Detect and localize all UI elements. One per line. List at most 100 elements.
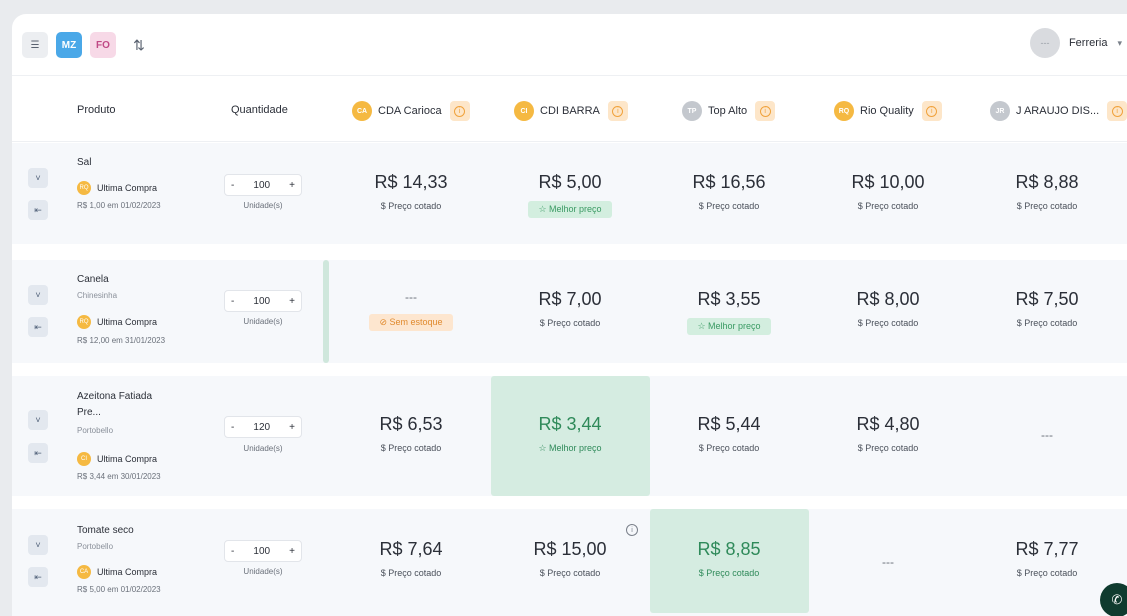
increment-button[interactable]: + bbox=[289, 546, 295, 557]
increment-button[interactable]: + bbox=[289, 180, 295, 191]
increment-button[interactable]: + bbox=[289, 296, 295, 307]
price-value: R$ 7,50 bbox=[1015, 289, 1079, 309]
price-cell[interactable]: R$ 16,56 $ Preço cotado bbox=[650, 172, 808, 214]
price-cell[interactable]: R$ 8,88 $ Preço cotado bbox=[968, 172, 1126, 214]
price-value: R$ 3,44 bbox=[538, 414, 602, 434]
chevron-down-icon[interactable]: ˅ bbox=[28, 535, 48, 555]
chevron-down-icon[interactable]: ˅ bbox=[28, 168, 48, 188]
increment-button[interactable]: + bbox=[289, 422, 295, 433]
info-icon[interactable]: i bbox=[755, 101, 776, 121]
filter-tag-fo[interactable]: FO bbox=[90, 32, 116, 58]
price-cell[interactable]: R$ 8,00 $ Preço cotado bbox=[809, 289, 967, 331]
column-header-supplier[interactable]: TP Top Alto i bbox=[682, 101, 776, 121]
decrement-button[interactable]: - bbox=[231, 546, 234, 557]
quantity-stepper[interactable]: - 100 + bbox=[224, 290, 302, 312]
price-value: R$ 10,00 bbox=[851, 172, 925, 192]
quantity-unit: Unidade(s) bbox=[243, 567, 283, 576]
price-cell[interactable]: R$ 5,44 $ Preço cotado bbox=[650, 414, 808, 456]
whatsapp-icon[interactable]: ✆ bbox=[1100, 583, 1127, 616]
price-cell[interactable]: R$ 8,85 $ Preço cotado bbox=[650, 539, 808, 581]
detail-toggle-icon[interactable]: ⇤ bbox=[28, 200, 48, 220]
quantity-value[interactable]: 100 bbox=[253, 546, 270, 557]
column-header-supplier[interactable]: RQ Rio Quality i bbox=[834, 101, 942, 121]
product-name: Tomate seco bbox=[77, 525, 134, 536]
price-status: $ Preço cotado bbox=[1016, 318, 1078, 328]
decrement-button[interactable]: - bbox=[231, 180, 234, 191]
price-cell[interactable]: --- ⊘ Sem estoque bbox=[332, 290, 490, 331]
column-header-supplier[interactable]: JR J ARAUJO DIS... i bbox=[990, 101, 1127, 121]
info-icon[interactable]: i bbox=[449, 101, 470, 121]
best-price-badge: ☆ Melhor preço bbox=[687, 318, 771, 335]
supplier-badge: JR bbox=[990, 101, 1010, 121]
chevron-down-icon[interactable]: ˅ bbox=[28, 410, 48, 430]
info-icon[interactable]: i bbox=[607, 101, 628, 121]
product-name: Canela bbox=[77, 274, 109, 285]
product-brand: Portobello bbox=[77, 426, 114, 435]
info-icon[interactable]: i bbox=[626, 524, 638, 536]
price-status: $ Preço cotado bbox=[698, 443, 760, 453]
price-value: --- bbox=[1041, 428, 1053, 442]
info-icon[interactable]: i bbox=[1107, 101, 1127, 121]
chevron-down-icon[interactable]: ˅ bbox=[28, 285, 48, 305]
price-status: $ Preço cotado bbox=[1016, 201, 1078, 211]
last-purchase: CA Ultima Compra bbox=[77, 565, 157, 579]
price-cell[interactable]: R$ 15,00 $ Preço cotado bbox=[491, 539, 649, 581]
quantity-value[interactable]: 100 bbox=[253, 296, 270, 307]
table-header: Produto Quantidade CA CDA Carioca i CI C… bbox=[12, 76, 1127, 142]
price-cell[interactable]: R$ 5,00 ☆ Melhor preço bbox=[491, 172, 649, 218]
price-cell[interactable]: R$ 3,44 ☆ Melhor preço bbox=[491, 414, 649, 456]
last-purchase-price: R$ 12,00 em 31/01/2023 bbox=[77, 336, 166, 345]
price-cell[interactable]: --- bbox=[968, 428, 1126, 442]
last-purchase-label: Ultima Compra bbox=[97, 317, 158, 327]
price-value: R$ 4,80 bbox=[856, 414, 920, 434]
supplier-badge: CI bbox=[77, 452, 91, 466]
detail-toggle-icon[interactable]: ⇤ bbox=[28, 567, 48, 587]
price-cell[interactable]: --- bbox=[809, 555, 967, 569]
quantity-stepper[interactable]: - 100 + bbox=[224, 540, 302, 562]
column-header-quantity: Quantidade bbox=[231, 104, 288, 116]
price-cell[interactable]: R$ 7,64 $ Preço cotado bbox=[332, 539, 490, 581]
decrement-button[interactable]: - bbox=[231, 422, 234, 433]
info-icon[interactable]: i bbox=[921, 101, 942, 121]
filter-tag-mz[interactable]: MZ bbox=[56, 32, 82, 58]
last-purchase-price: R$ 5,00 em 01/02/2023 bbox=[77, 585, 161, 594]
price-status: $ Preço cotado bbox=[857, 443, 919, 453]
supplier-name: Top Alto bbox=[708, 105, 748, 117]
quote-comparison-card: ☰ MZ FO ⇅ --- Ferreria ▾ Produto Quantid… bbox=[12, 14, 1127, 616]
price-value: R$ 7,00 bbox=[538, 289, 602, 309]
price-cell[interactable]: R$ 10,00 $ Preço cotado bbox=[809, 172, 967, 214]
quantity-value[interactable]: 100 bbox=[253, 180, 270, 191]
last-purchase-label: Ultima Compra bbox=[97, 454, 158, 464]
decrement-button[interactable]: - bbox=[231, 296, 234, 307]
list-indent-icon[interactable]: ☰ bbox=[22, 32, 48, 58]
product-name-line2: Pre... bbox=[77, 407, 101, 418]
detail-toggle-icon[interactable]: ⇤ bbox=[28, 443, 48, 463]
column-header-supplier[interactable]: CI CDI BARRA i bbox=[514, 101, 628, 121]
supplier-badge: RQ bbox=[77, 315, 91, 329]
price-cell[interactable]: R$ 4,80 $ Preço cotado bbox=[809, 414, 967, 456]
user-menu[interactable]: --- Ferreria ▾ bbox=[1029, 28, 1122, 58]
table-row: ˅ ⇤ Canela Chinesinha RQ Ultima Compra R… bbox=[12, 260, 1127, 363]
quantity-stepper[interactable]: - 120 + bbox=[224, 416, 302, 438]
price-value: R$ 16,56 bbox=[692, 172, 766, 192]
price-cell[interactable]: R$ 6,53 $ Preço cotado bbox=[332, 414, 490, 456]
price-cell[interactable]: R$ 14,33 $ Preço cotado bbox=[332, 172, 490, 214]
price-cell[interactable]: R$ 7,00 $ Preço cotado bbox=[491, 289, 649, 331]
price-status: $ Preço cotado bbox=[380, 568, 442, 578]
price-cell[interactable]: R$ 7,50 $ Preço cotado bbox=[968, 289, 1126, 331]
last-purchase: RQ Ultima Compra bbox=[77, 181, 157, 195]
sort-icon[interactable]: ⇅ bbox=[126, 32, 152, 58]
price-cell[interactable]: R$ 7,77 $ Preço cotado bbox=[968, 539, 1126, 581]
row-accent-bar bbox=[323, 260, 329, 363]
supplier-name: J ARAUJO DIS... bbox=[1016, 105, 1100, 117]
quantity-unit: Unidade(s) bbox=[243, 201, 283, 210]
product-brand: Chinesinha bbox=[77, 291, 118, 300]
table-row: ˅ ⇤ Sal RQ Ultima Compra R$ 1,00 em 01/0… bbox=[12, 143, 1127, 244]
chevron-down-icon: ▾ bbox=[1117, 37, 1122, 48]
quantity-stepper[interactable]: - 100 + bbox=[224, 174, 302, 196]
column-header-supplier[interactable]: CA CDA Carioca i bbox=[352, 101, 470, 121]
quantity-unit: Unidade(s) bbox=[243, 317, 283, 326]
price-cell[interactable]: R$ 3,55 ☆ Melhor preço bbox=[650, 289, 808, 335]
quantity-value[interactable]: 120 bbox=[253, 422, 270, 433]
detail-toggle-icon[interactable]: ⇤ bbox=[28, 317, 48, 337]
